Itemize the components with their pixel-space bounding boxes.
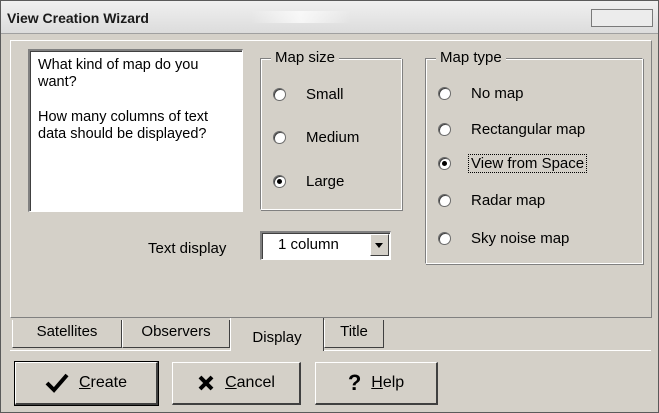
radio-map-type-rectangular[interactable]: Rectangular map — [438, 121, 587, 138]
radio-label: Rectangular map — [471, 121, 586, 138]
radio-map-size-large[interactable]: Large — [273, 173, 346, 190]
radio-map-size-medium[interactable]: Medium — [273, 129, 361, 146]
help-button[interactable]: ? Help — [315, 362, 438, 405]
radio-button-selected[interactable] — [438, 157, 451, 170]
text-display-value: 1 column — [278, 236, 339, 253]
radio-map-type-view-from-space[interactable]: View from Space — [438, 154, 588, 173]
tab-label: Satellites — [36, 323, 98, 340]
tab-display[interactable]: Display — [230, 318, 324, 351]
title-bar-control[interactable] — [591, 9, 653, 27]
radio-button[interactable] — [273, 88, 286, 101]
map-size-legend: Map size — [271, 49, 340, 66]
x-icon — [198, 375, 214, 391]
help-text-box: What kind of map do you want? How many c… — [28, 49, 243, 212]
radio-label: Radar map — [471, 192, 546, 209]
radio-label: No map — [471, 85, 524, 102]
radio-button[interactable] — [273, 131, 286, 144]
title-reflection — [251, 11, 351, 23]
radio-map-size-small[interactable]: Small — [273, 86, 346, 103]
title-bar: View Creation Wizard — [1, 1, 658, 34]
create-button-label: Create — [78, 374, 128, 391]
map-size-group: Map size Small Medium Large — [260, 49, 402, 210]
radio-label: Sky noise map — [471, 230, 570, 247]
tab-observers[interactable]: Observers — [122, 320, 230, 348]
cancel-button-label: Cancel — [225, 374, 275, 391]
tab-satellites[interactable]: Satellites — [12, 320, 122, 348]
create-button[interactable]: Create — [14, 361, 159, 406]
radio-button[interactable] — [438, 194, 451, 207]
radio-label: Large — [306, 173, 345, 190]
map-type-group: Map type No map Rectangular map View fro… — [425, 49, 643, 264]
cancel-button[interactable]: Cancel — [172, 362, 301, 405]
chevron-down-icon — [375, 243, 383, 248]
radio-label: View from Space — [467, 154, 588, 173]
radio-label: Medium — [306, 129, 360, 146]
radio-map-type-radar[interactable]: Radar map — [438, 192, 547, 209]
text-display-label: Text display — [148, 240, 227, 257]
dropdown-button[interactable] — [370, 234, 389, 256]
radio-label: Small — [306, 86, 344, 103]
radio-map-type-no-map[interactable]: No map — [438, 85, 526, 102]
map-type-legend: Map type — [436, 49, 506, 66]
tab-title[interactable]: Title — [324, 320, 384, 348]
radio-button-selected[interactable] — [273, 175, 286, 188]
help-question-columns: How many columns of text data should be … — [38, 109, 209, 142]
radio-button[interactable] — [438, 232, 451, 245]
tab-label: Display — [252, 329, 302, 346]
help-question-map: What kind of map do you want? — [38, 57, 199, 90]
radio-button[interactable] — [438, 87, 451, 100]
question-icon: ? — [347, 370, 362, 395]
tab-label: Title — [340, 323, 368, 340]
radio-map-type-sky-noise[interactable]: Sky noise map — [438, 230, 571, 247]
checkmark-icon — [45, 373, 69, 393]
window-title: View Creation Wizard — [7, 10, 149, 26]
radio-button[interactable] — [438, 123, 451, 136]
help-button-label: Help — [371, 374, 405, 391]
tab-label: Observers — [141, 323, 211, 340]
text-display-select[interactable]: 1 column — [260, 231, 391, 260]
tab-strip-line — [10, 350, 651, 351]
